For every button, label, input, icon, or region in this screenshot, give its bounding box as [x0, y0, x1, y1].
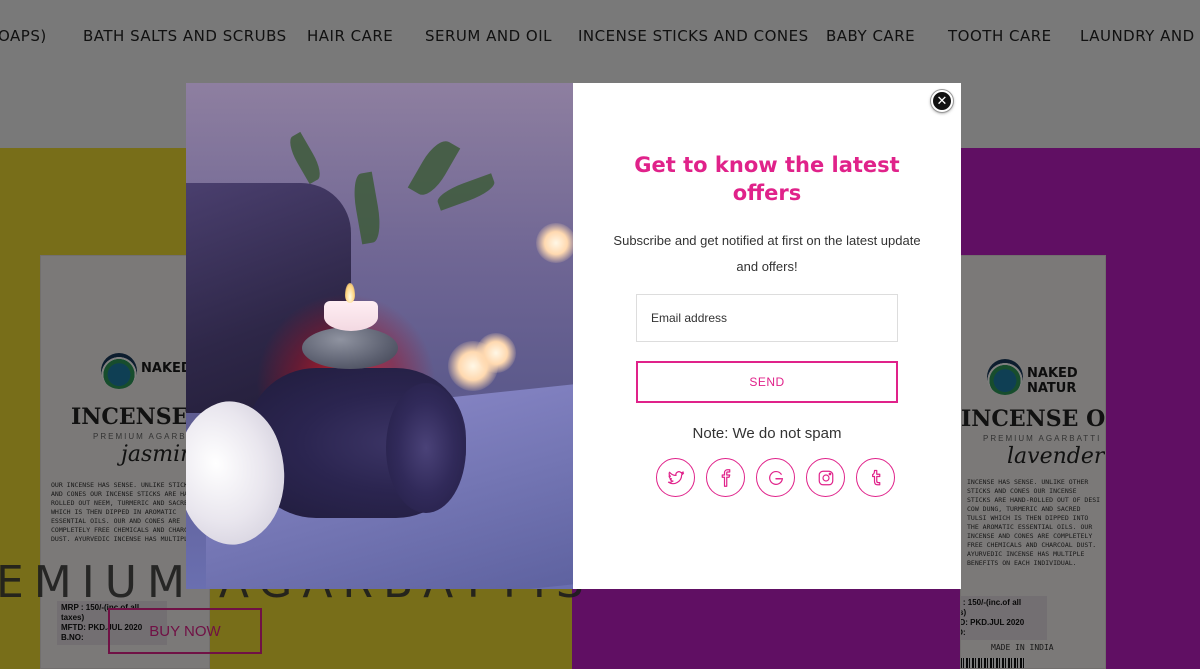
facebook-icon[interactable] [706, 458, 745, 497]
social-links [656, 458, 895, 497]
twitter-icon[interactable] [656, 458, 695, 497]
instagram-icon[interactable] [806, 458, 845, 497]
spa-candle-image [186, 83, 573, 589]
newsletter-popup: ✕ Get to know the latest offers Subscrib… [186, 83, 961, 589]
popup-heading: Get to know the latest offers [634, 153, 900, 205]
tumblr-icon[interactable] [856, 458, 895, 497]
popup-form-panel: ✕ Get to know the latest offers Subscrib… [573, 83, 961, 589]
no-spam-note: Note: We do not spam [692, 425, 842, 442]
close-icon[interactable]: ✕ [931, 90, 953, 112]
send-button[interactable]: SEND [636, 361, 898, 403]
popup-description: Subscribe and get notified at first on t… [613, 233, 921, 274]
email-field[interactable] [636, 294, 898, 342]
google-icon[interactable] [756, 458, 795, 497]
